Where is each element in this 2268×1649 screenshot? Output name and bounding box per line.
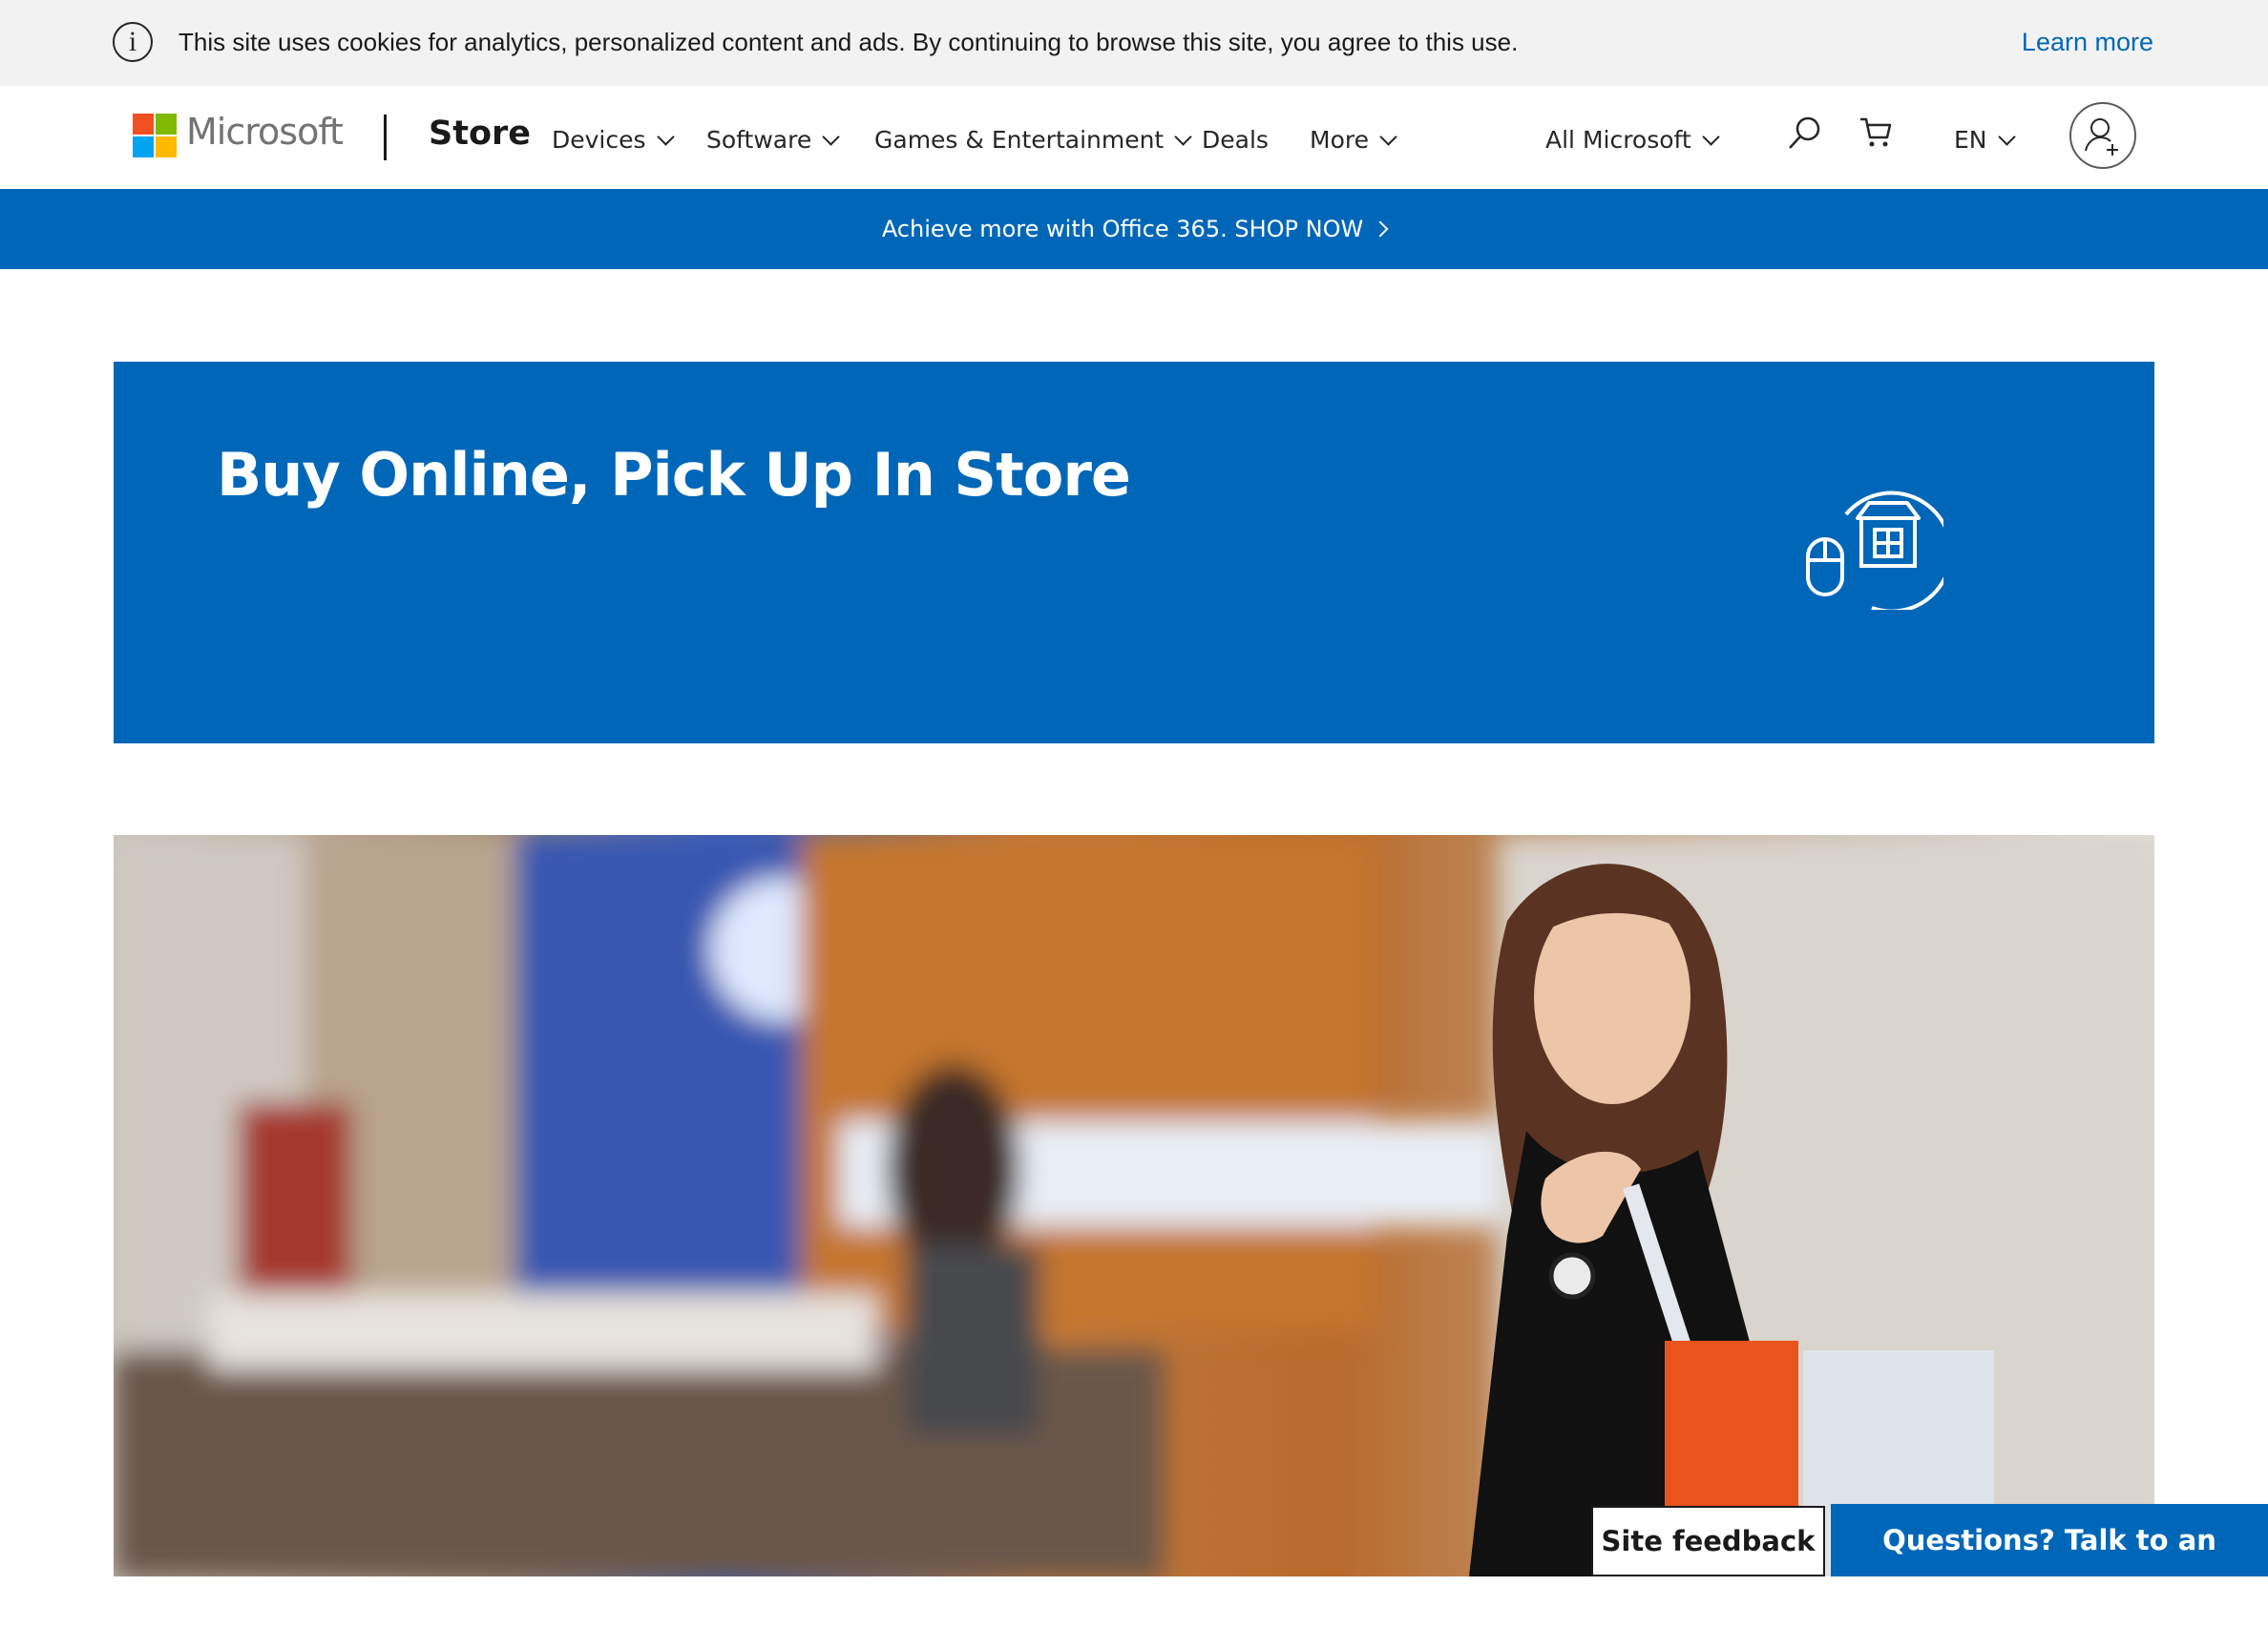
cookie-banner: i This site uses cookies for analytics, … xyxy=(0,0,2268,86)
site-header: Microsoft Store Devices Software Games &… xyxy=(0,86,2268,189)
nav-devices-label: Devices xyxy=(552,126,646,154)
nav-software-label: Software xyxy=(706,126,812,154)
hero-photo xyxy=(114,835,2154,1576)
nav-software[interactable]: Software xyxy=(706,126,840,154)
chevron-down-icon xyxy=(1997,128,2016,146)
store-pickup-icon xyxy=(1806,491,1943,610)
microsoft-wordmark[interactable]: Microsoft xyxy=(186,111,344,153)
cart-icon[interactable] xyxy=(1858,116,1893,149)
search-icon[interactable] xyxy=(1785,115,1823,153)
sign-in-icon[interactable] xyxy=(2068,101,2137,170)
page-title: Buy Online, Pick Up In Store xyxy=(217,440,1131,510)
chevron-down-icon xyxy=(822,128,840,146)
nav-more-label: More xyxy=(1310,126,1369,154)
nav-devices[interactable]: Devices xyxy=(552,126,675,154)
nav-games-label: Games & Entertainment xyxy=(874,126,1165,154)
hero-banner: Buy Online, Pick Up In Store xyxy=(114,362,2154,743)
cookie-message: This site uses cookies for analytics, pe… xyxy=(178,28,1519,56)
nav-more[interactable]: More xyxy=(1310,126,1397,154)
info-icon: i xyxy=(113,22,153,62)
store-title[interactable]: Store xyxy=(429,115,531,153)
all-microsoft-label: All Microsoft xyxy=(1545,126,1691,154)
nav-deals[interactable]: Deals xyxy=(1202,126,1269,154)
chevron-down-icon xyxy=(1379,128,1397,146)
nav-games-entertainment[interactable]: Games & Entertainment xyxy=(874,126,1192,154)
store-scene-image xyxy=(114,835,2154,1576)
site-feedback-button[interactable]: Site feedback xyxy=(1591,1506,1825,1576)
nav-deals-label: Deals xyxy=(1202,126,1269,154)
learn-more-link[interactable]: Learn more xyxy=(2022,28,2153,57)
language-label: EN xyxy=(1954,126,1987,154)
chevron-down-icon xyxy=(1702,128,1720,146)
chevron-right-icon xyxy=(1372,220,1389,238)
promo-banner[interactable]: Achieve more with Office 365. SHOP NOW xyxy=(0,189,2268,269)
talk-to-expert-button[interactable]: Questions? Talk to an expert xyxy=(1831,1504,2268,1629)
header-divider xyxy=(384,115,387,160)
all-microsoft-menu[interactable]: All Microsoft xyxy=(1545,126,1720,154)
promo-text: Achieve more with Office 365. SHOP NOW xyxy=(881,216,1364,242)
microsoft-logo-icon[interactable] xyxy=(133,114,177,157)
language-selector[interactable]: EN xyxy=(1954,126,2016,154)
chevron-down-icon xyxy=(656,128,675,146)
chevron-down-icon xyxy=(1174,128,1192,146)
